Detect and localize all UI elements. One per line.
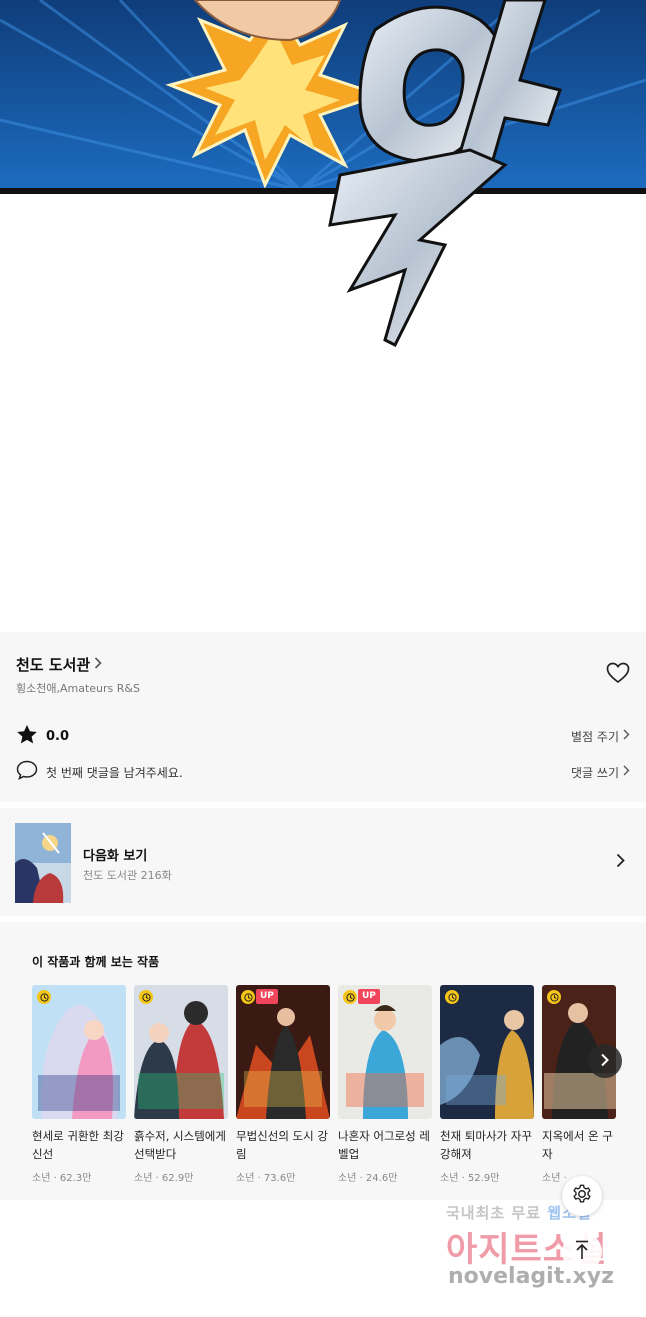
next-episode-subtitle: 천도 도서관 216화: [83, 869, 172, 882]
recommendations-section: 이 작품과 함께 보는 작품 현세로 귀환한 최강 신선 소년 · 62.3만: [0, 922, 646, 1200]
recommendation-meta: 소년 · 62.3만: [32, 1173, 92, 1184]
write-comment-button[interactable]: 댓글 쓰기: [571, 764, 630, 781]
work-authors: 횡소천애,Amateurs R&S: [16, 682, 140, 695]
recommendation-title: 무법신선의 도시 강림: [236, 1129, 328, 1161]
recommendation-title: 나혼자 어그로성 레벨업: [338, 1129, 430, 1161]
up-badge: UP: [358, 989, 380, 1004]
arrow-up-icon: [573, 1240, 591, 1264]
work-title: 천도 도서관: [16, 656, 91, 674]
recommendation-card[interactable]: 지옥에서 온 구자 소년 ·: [542, 985, 616, 1184]
recommendation-title: 현세로 귀환한 최강 신선: [32, 1129, 124, 1161]
star-icon: [16, 724, 38, 749]
recommendation-meta: 소년 · 24.6만: [338, 1173, 398, 1184]
watermark-line1-a: 국내최초 무료: [446, 1204, 542, 1222]
chevron-right-icon: [623, 729, 630, 743]
chevron-right-icon: [94, 656, 102, 673]
next-episode-card[interactable]: 다음화 보기 천도 도서관 216화: [0, 808, 646, 916]
give-rating-label: 별점 주기: [571, 729, 619, 744]
clock-icon: [445, 990, 459, 1004]
recommendation-meta: 소년 · 62.9만: [134, 1173, 194, 1184]
carousel-next-button[interactable]: [588, 1044, 622, 1078]
clock-icon: [241, 990, 255, 1004]
recommendation-meta: 소년 · 73.6만: [236, 1173, 296, 1184]
recommendation-card[interactable]: 현세로 귀환한 최강 신선 소년 · 62.3만: [32, 985, 126, 1184]
clock-icon: [37, 990, 51, 1004]
recommendation-cover: UP: [338, 985, 432, 1119]
recommendation-title: 지옥에서 온 구자: [542, 1129, 613, 1161]
settings-icon: [571, 1183, 593, 1209]
clock-icon: [139, 990, 153, 1004]
up-badge: UP: [256, 989, 278, 1004]
give-rating-button[interactable]: 별점 주기: [571, 728, 630, 745]
clock-icon: [547, 990, 561, 1004]
rating-value: 0.0: [46, 728, 70, 744]
recommendation-cover: [440, 985, 534, 1119]
next-episode-label: 다음화 보기: [83, 849, 148, 864]
comment-prompt[interactable]: 첫 번째 댓글을 남겨주세요.: [46, 764, 183, 781]
comment-row: 첫 번째 댓글을 남겨주세요. 댓글 쓰기: [16, 760, 630, 784]
chevron-right-icon: [600, 1052, 610, 1071]
rating-row: 0.0 별점 주기: [16, 724, 630, 748]
recommendation-cover: UP: [236, 985, 330, 1119]
recommendation-meta: 소년 · 52.9만: [440, 1173, 500, 1184]
recommendations-heading: 이 작품과 함께 보는 작품: [32, 955, 160, 969]
recommendation-cover: [134, 985, 228, 1119]
recommendation-cover: [32, 985, 126, 1119]
work-info-panel: 천도 도서관 횡소천애,Amateurs R&S 0.0 별점 주기 첫 번째 …: [0, 632, 646, 802]
clock-icon: [343, 990, 357, 1004]
comment-icon: [16, 760, 38, 784]
heart-icon[interactable]: [606, 662, 632, 686]
next-episode-thumbnail: [15, 823, 71, 903]
recommendation-title: 천재 퇴마사가 자꾸 강해져: [440, 1129, 532, 1161]
recommendation-card[interactable]: 천재 퇴마사가 자꾸 강해져 소년 · 52.9만: [440, 985, 534, 1184]
chevron-right-icon: [623, 765, 630, 779]
scroll-top-button[interactable]: [562, 1232, 602, 1272]
recommendation-card[interactable]: UP 무법신선의 도시 강림 소년 · 73.6만: [236, 985, 330, 1184]
chevron-right-icon: [616, 852, 625, 873]
write-comment-label: 댓글 쓰기: [571, 765, 619, 780]
recommendation-title: 흙수저, 시스템에게 선택받다: [134, 1129, 226, 1161]
comic-panel: [0, 0, 646, 632]
settings-button[interactable]: [562, 1176, 602, 1216]
recommendation-card[interactable]: 흙수저, 시스템에게 선택받다 소년 · 62.9만: [134, 985, 228, 1184]
recommendation-card[interactable]: UP 나혼자 어그로성 레벨업 소년 · 24.6만: [338, 985, 432, 1184]
work-title-link[interactable]: 천도 도서관: [16, 654, 102, 675]
